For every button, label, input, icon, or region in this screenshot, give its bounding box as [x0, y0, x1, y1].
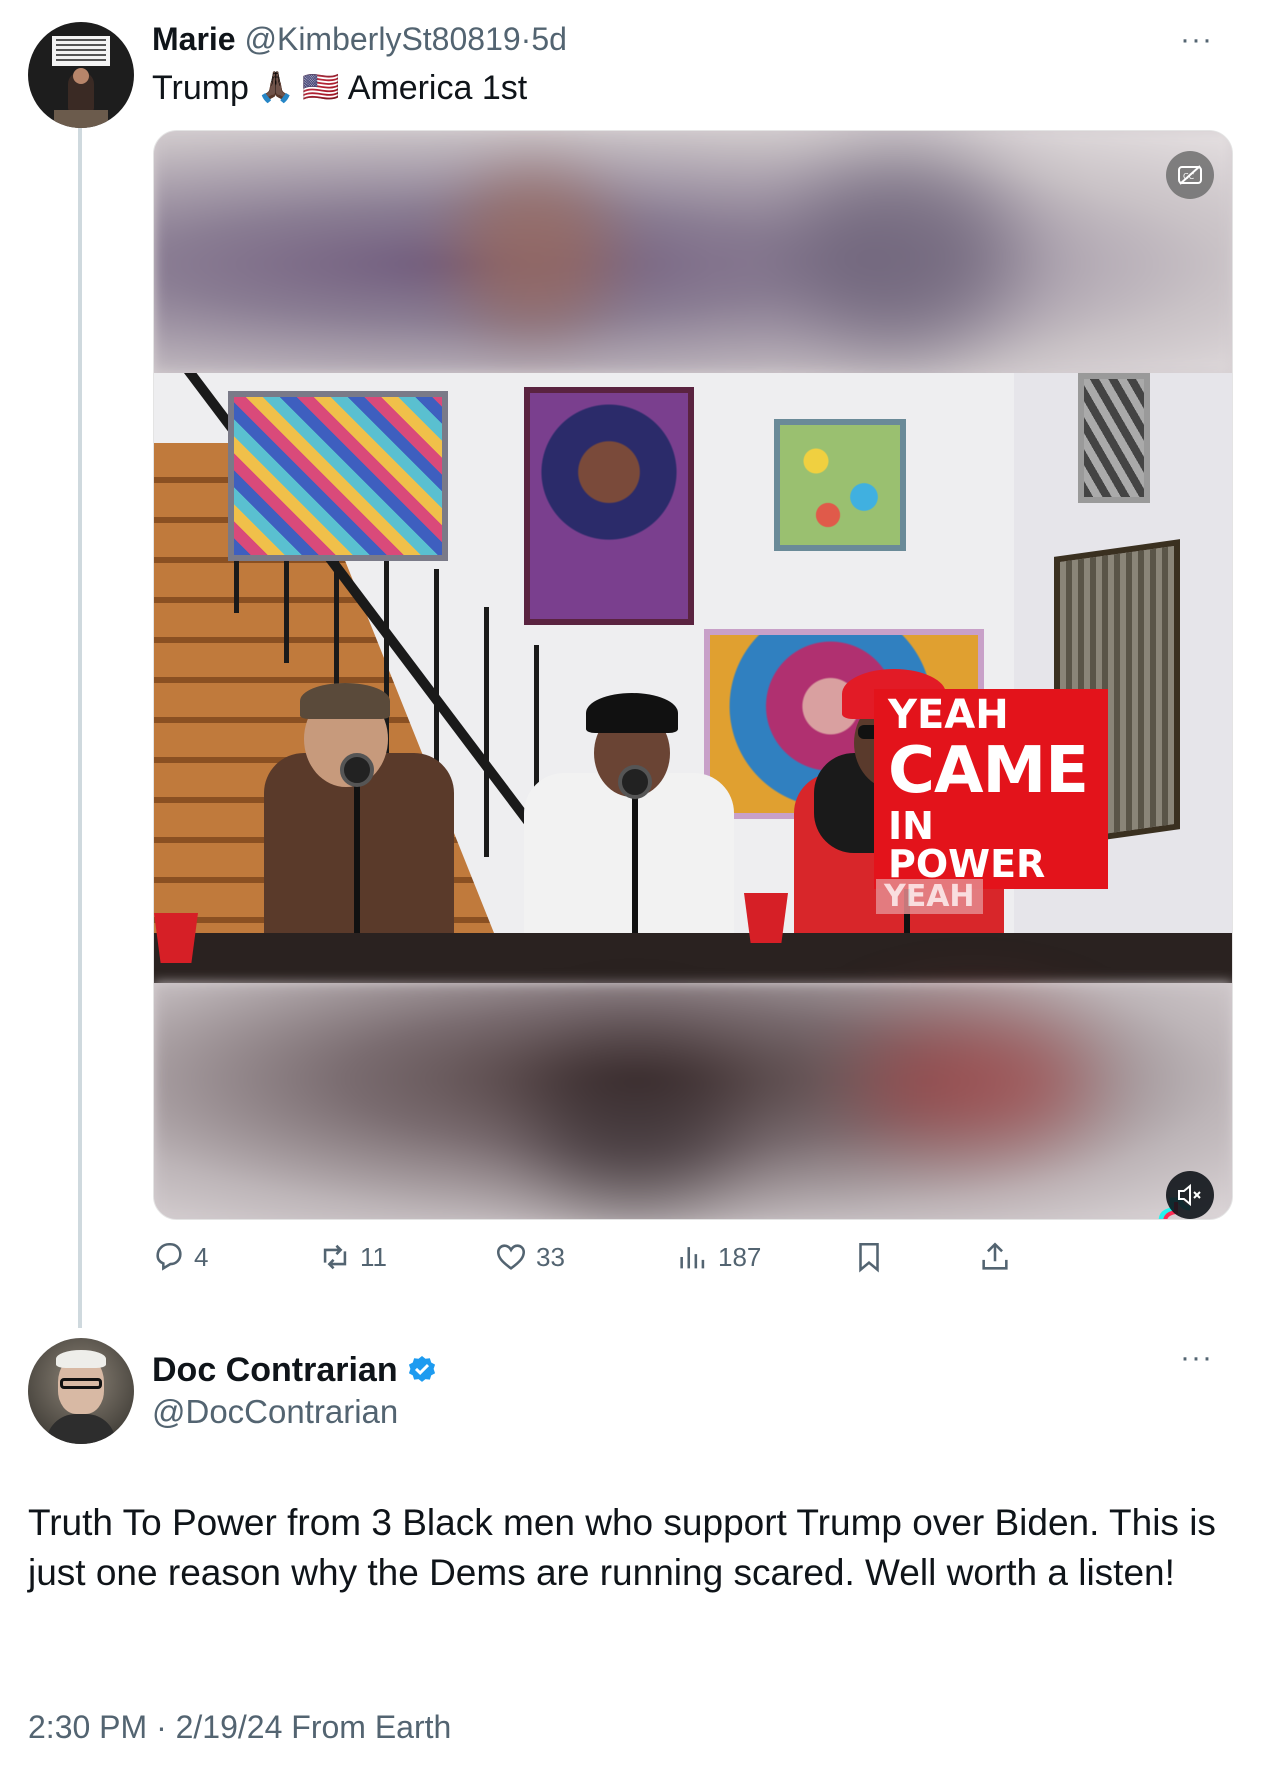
repost-icon — [323, 1244, 347, 1270]
quoted-tweet-actions: 4 11 33 187 — [152, 1240, 1152, 1290]
share-button[interactable] — [978, 1240, 1012, 1274]
main-author-row: Doc Contrarian — [152, 1350, 438, 1390]
caption-line-2: CAME — [888, 734, 1089, 808]
praying-hands-emoji: 🙏🏿 — [256, 71, 295, 104]
like-count: 33 — [536, 1241, 565, 1272]
video-blur-top — [154, 131, 1232, 373]
reply-icon — [156, 1242, 182, 1271]
painting-colorful-small — [774, 419, 906, 551]
share-icon — [982, 1242, 1008, 1270]
quoted-tweet-header: Marie @KimberlySt80819·5d — [152, 20, 567, 58]
quoted-more-options-button[interactable]: ··· — [1180, 25, 1213, 55]
quoted-text-america: America 1st — [347, 69, 528, 107]
thread-connector-line — [78, 128, 82, 1328]
caption-line-3: IN POWER — [888, 804, 1046, 886]
views-count: 187 — [718, 1241, 762, 1272]
microphone-middle — [618, 765, 652, 799]
painting-abstract — [1078, 373, 1150, 503]
views-button[interactable]: 187 — [676, 1240, 761, 1274]
captions-off-icon: CC — [1178, 165, 1202, 185]
painting-portrait — [524, 387, 694, 625]
us-flag-emoji: 🇺🇸 — [302, 71, 340, 104]
repost-button[interactable]: 11 — [318, 1240, 387, 1274]
doc-avatar[interactable] — [28, 1338, 134, 1444]
quoted-author-name[interactable]: Marie — [152, 21, 236, 57]
marie-avatar[interactable] — [28, 22, 134, 128]
reply-count: 4 — [194, 1241, 209, 1272]
repost-count: 11 — [360, 1241, 387, 1272]
views-icon — [680, 1247, 705, 1269]
video-caption-overlay: YEAH CAME IN POWER — [874, 689, 1108, 889]
caption-next-word: YEAH — [876, 879, 983, 914]
bookmark-icon — [859, 1242, 879, 1273]
painting-cityscape — [228, 391, 448, 561]
main-author-handle[interactable]: @DocContrarian — [152, 1392, 398, 1432]
main-tweet-text: Truth To Power from 3 Black men who supp… — [28, 1502, 1216, 1593]
microphone-left — [340, 753, 374, 787]
quoted-tweet-text: Trump 🙏🏿 🇺🇸 America 1st — [152, 68, 527, 108]
like-button[interactable]: 33 — [494, 1240, 565, 1274]
reply-button[interactable]: 4 — [152, 1240, 208, 1274]
captions-toggle-button[interactable]: CC — [1166, 151, 1214, 199]
tweet-timestamp[interactable]: 2:30 PM · 2/19/24 From Earth — [28, 1707, 451, 1747]
mute-toggle-button[interactable] — [1166, 1171, 1214, 1219]
verified-badge-icon[interactable] — [406, 1354, 438, 1386]
quoted-time-ago[interactable]: 5d — [531, 21, 567, 57]
main-more-options-button[interactable]: ··· — [1180, 1343, 1213, 1373]
main-author-name[interactable]: Doc Contrarian — [152, 1350, 398, 1390]
video-blur-bottom — [154, 983, 1232, 1219]
red-cup-right — [744, 893, 788, 943]
video-player[interactable]: YEAH CAME IN POWER YEAH CC — [153, 130, 1233, 1220]
quoted-author-handle[interactable]: @KimberlySt80819 — [244, 21, 520, 57]
mute-icon — [1178, 1183, 1201, 1207]
header-separator: · — [520, 21, 532, 57]
caption-line-1: YEAH — [888, 692, 1009, 738]
bookmark-button[interactable] — [852, 1240, 886, 1274]
quoted-text-trump: Trump — [152, 69, 249, 107]
video-frame — [154, 373, 1232, 983]
red-cup-left — [154, 913, 198, 963]
like-icon — [496, 1244, 526, 1270]
table — [154, 933, 1232, 983]
